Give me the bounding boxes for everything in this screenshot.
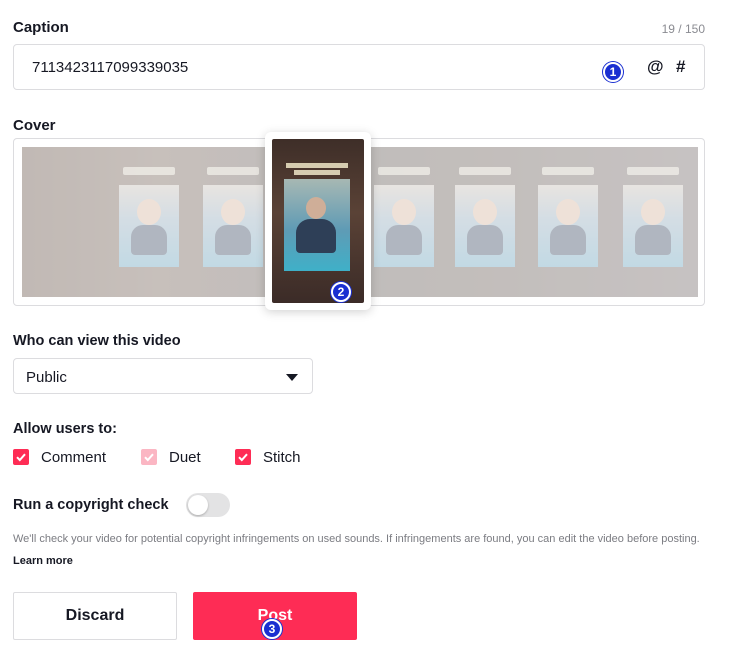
cover-frame-thumbnail[interactable]	[623, 167, 683, 267]
cover-frame-thumbnail[interactable]	[119, 167, 179, 267]
comment-checkbox[interactable]	[13, 449, 29, 465]
cover-label: Cover	[13, 117, 56, 134]
stitch-checkbox[interactable]	[235, 449, 251, 465]
annotation-marker-2: 2	[331, 282, 351, 302]
annotation-marker-1: 1	[603, 62, 623, 82]
toggle-knob	[188, 495, 208, 515]
permissions-label: Allow users to:	[13, 421, 117, 437]
check-icon	[144, 453, 154, 462]
visibility-selected-value: Public	[26, 369, 67, 386]
duet-checkbox-label: Duet	[169, 449, 201, 466]
cover-frame-thumbnail[interactable]	[455, 167, 515, 267]
cover-frame-thumbnail[interactable]	[538, 167, 598, 267]
caption-label: Caption	[13, 19, 69, 36]
cover-frame-thumbnail[interactable]	[374, 167, 434, 267]
duet-checkbox[interactable]	[141, 449, 157, 465]
copyright-description-text: We'll check your video for potential cop…	[13, 533, 700, 545]
copyright-label: Run a copyright check	[13, 497, 169, 513]
comment-checkbox-label: Comment	[41, 449, 107, 466]
caption-input[interactable]: 7113423117099339035 @ #	[13, 44, 705, 90]
check-icon	[16, 453, 26, 462]
caption-input-value[interactable]: 7113423117099339035	[32, 59, 188, 76]
copyright-toggle[interactable]	[186, 493, 230, 517]
check-icon	[238, 453, 248, 462]
cover-frame-thumbnail[interactable]	[203, 167, 263, 267]
hashtag-button[interactable]: #	[676, 57, 685, 77]
caret-down-icon[interactable]	[286, 374, 298, 381]
copyright-description: We'll check your video for potential cop…	[13, 528, 703, 572]
visibility-label: Who can view this video	[13, 333, 181, 349]
annotation-marker-3: 3	[262, 619, 282, 639]
stitch-checkbox-label: Stitch	[263, 449, 301, 466]
caption-counter: 19 / 150	[661, 22, 705, 36]
discard-button[interactable]: Discard	[13, 592, 177, 640]
learn-more-link[interactable]: Learn more	[13, 555, 73, 567]
visibility-select[interactable]: Public	[13, 358, 313, 394]
selected-cover-image	[272, 139, 364, 303]
mention-button[interactable]: @	[647, 57, 664, 77]
selected-cover-frame[interactable]	[265, 132, 371, 310]
